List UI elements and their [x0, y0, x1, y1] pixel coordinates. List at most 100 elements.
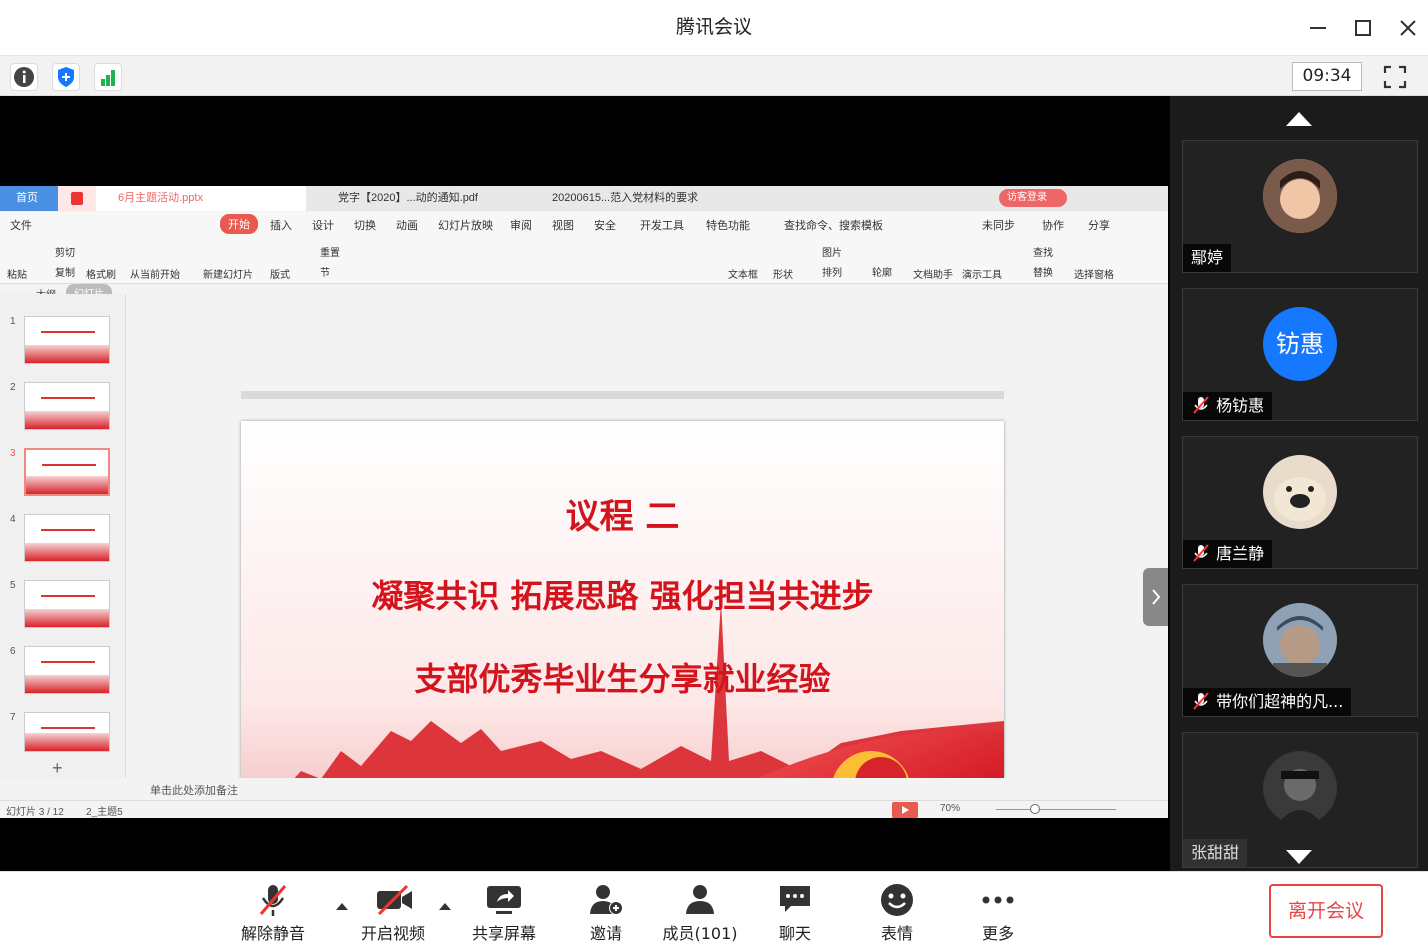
participant-name-tag: 唐兰静: [1183, 540, 1273, 568]
current-slide[interactable]: 议程 二 凝聚共识 拓展思路 强化担当共进步 支部优秀毕业生分享就业经验: [241, 421, 1004, 818]
menu-features[interactable]: 特色功能: [706, 217, 750, 233]
play-slideshow-icon[interactable]: [892, 802, 918, 818]
share-screen-label: 共享屏幕: [471, 924, 536, 943]
video-options-caret-icon[interactable]: [437, 896, 453, 915]
chat-label: 聊天: [778, 924, 811, 943]
textbox-button[interactable]: 文本框: [728, 266, 758, 281]
slide-thumbnail[interactable]: [24, 712, 110, 752]
participant-tile[interactable]: 带你们超神的凡...: [1182, 584, 1418, 717]
new-slide-button[interactable]: 新建幻灯片: [203, 266, 253, 281]
collaborate-button[interactable]: 协作: [1042, 217, 1064, 233]
zoom-slider-handle[interactable]: [1030, 804, 1040, 814]
paste-button[interactable]: 粘贴: [7, 266, 27, 281]
notes-area[interactable]: 单击此处添加备注: [126, 778, 1168, 800]
scroll-down-icon[interactable]: [1284, 848, 1314, 870]
section-button[interactable]: 节: [320, 264, 330, 279]
members-button[interactable]: 成员(101): [655, 882, 745, 946]
menu-slideshow[interactable]: 幻灯片放映: [438, 217, 493, 233]
chat-button[interactable]: 聊天: [750, 882, 840, 946]
guest-login-button[interactable]: 访客登录: [999, 189, 1067, 207]
slide-thumbnail[interactable]: [24, 316, 110, 364]
zoom-slider[interactable]: [996, 809, 1116, 810]
share-doc-button[interactable]: 分享: [1088, 217, 1110, 233]
participant-avatar: [1263, 455, 1337, 529]
cut-button[interactable]: 剪切: [55, 244, 75, 259]
slide-thumbnail-selected[interactable]: [24, 448, 110, 496]
thumb-number: 1: [10, 316, 16, 327]
participant-tile[interactable]: 鄢婷: [1182, 140, 1418, 273]
title-bar: 腾讯会议: [0, 0, 1428, 56]
scroll-up-icon[interactable]: [1284, 110, 1314, 132]
sync-status[interactable]: 未同步: [982, 217, 1015, 233]
menu-design[interactable]: 设计: [312, 217, 334, 233]
tab-doc[interactable]: 20200615...范入党材料的要求: [530, 186, 740, 211]
tab-home[interactable]: 首页: [0, 186, 58, 211]
shape-button[interactable]: 形状: [773, 266, 793, 281]
more-button[interactable]: 更多: [953, 882, 1043, 946]
copy-button[interactable]: 复制: [55, 264, 75, 279]
replace-button[interactable]: 替换: [1033, 264, 1053, 279]
video-off-icon: [377, 884, 412, 916]
menu-transition[interactable]: 切换: [354, 217, 376, 233]
app-title: 腾讯会议: [675, 16, 752, 38]
menu-review[interactable]: 审阅: [510, 217, 532, 233]
play-from-current-button[interactable]: 从当前开始: [130, 266, 180, 281]
notes-hint: 单击此处添加备注: [150, 785, 238, 797]
slide-topic: 支部优秀毕业生分享就业经验: [414, 660, 831, 698]
slide-thumbnail[interactable]: [24, 382, 110, 430]
invite-button[interactable]: 邀请: [561, 882, 651, 946]
share-screen-button[interactable]: 共享屏幕: [459, 882, 549, 946]
ribbon-toolbar: 粘贴 剪切 复制 格式刷 从当前开始 新建幻灯片 版式 重置 节 文本框 形状 …: [0, 236, 1168, 284]
close-icon[interactable]: [1394, 14, 1422, 42]
tab-pdf[interactable]: 党字【2020】...动的通知.pdf: [316, 186, 526, 211]
emoji-button[interactable]: 表情: [852, 882, 942, 946]
slide-background-art: [241, 421, 1004, 818]
participant-name: 张甜甜: [1183, 839, 1248, 867]
start-video-button[interactable]: 开启视频: [348, 882, 438, 946]
muted-mic-icon: [259, 885, 287, 916]
find-button[interactable]: 查找: [1033, 244, 1053, 259]
tab-pptx[interactable]: 6月主题活动.pptx: [96, 186, 306, 211]
participant-tile[interactable]: 钫惠 杨钫惠: [1182, 288, 1418, 421]
menu-file[interactable]: 文件: [10, 217, 32, 233]
menu-security[interactable]: 安全: [594, 217, 616, 233]
slide-thumbnail[interactable]: [24, 646, 110, 694]
menu-view[interactable]: 视图: [552, 217, 574, 233]
maximize-icon[interactable]: [1349, 14, 1377, 42]
reset-button[interactable]: 重置: [320, 244, 340, 259]
ruler: [241, 391, 1004, 399]
doc-assistant-button[interactable]: 文档助手: [913, 266, 953, 281]
add-slide-icon[interactable]: +: [52, 758, 63, 779]
search-command[interactable]: 查找命令、搜索模板: [784, 217, 883, 233]
outline-button[interactable]: 轮廓: [872, 264, 892, 279]
leave-meeting-button[interactable]: 离开会议: [1269, 884, 1383, 938]
menu-insert[interactable]: 插入: [270, 217, 292, 233]
arrange-button[interactable]: 排列: [822, 264, 842, 279]
slide-title: 议程 二: [565, 497, 680, 537]
slide-thumbnail[interactable]: [24, 580, 110, 628]
selection-pane-button[interactable]: 选择窗格: [1074, 266, 1114, 281]
menu-animation[interactable]: 动画: [396, 217, 418, 233]
layout-button[interactable]: 版式: [270, 266, 290, 281]
fullscreen-icon[interactable]: [1380, 62, 1410, 92]
signal-icon[interactable]: [94, 63, 122, 91]
participant-name: 杨钫惠: [1216, 396, 1265, 415]
unmute-label: 解除静音: [240, 924, 305, 943]
slide-thumbnail[interactable]: [24, 514, 110, 562]
zoom-level[interactable]: 70%: [940, 803, 960, 814]
presentation-tools-button[interactable]: 演示工具: [962, 266, 1002, 281]
picture-button[interactable]: 图片: [822, 244, 842, 259]
participant-tile[interactable]: 唐兰静: [1182, 436, 1418, 569]
unmute-button[interactable]: 解除静音: [228, 882, 318, 946]
more-label: 更多: [981, 924, 1014, 943]
side-panel-toggle[interactable]: [1143, 568, 1168, 626]
security-shield-icon[interactable]: [52, 63, 80, 91]
info-icon[interactable]: [10, 63, 38, 91]
slide-thumbnails: 1 2 3 4 5 6 7 +: [0, 294, 126, 778]
minimize-icon[interactable]: [1304, 14, 1332, 42]
format-painter-button[interactable]: 格式刷: [86, 266, 116, 281]
menu-developer[interactable]: 开发工具: [640, 217, 684, 233]
slide-subtitle: 凝聚共识 拓展思路 强化担当共进步: [371, 577, 874, 615]
muted-mic-icon: [1193, 692, 1209, 710]
menu-start[interactable]: 开始: [220, 214, 258, 234]
